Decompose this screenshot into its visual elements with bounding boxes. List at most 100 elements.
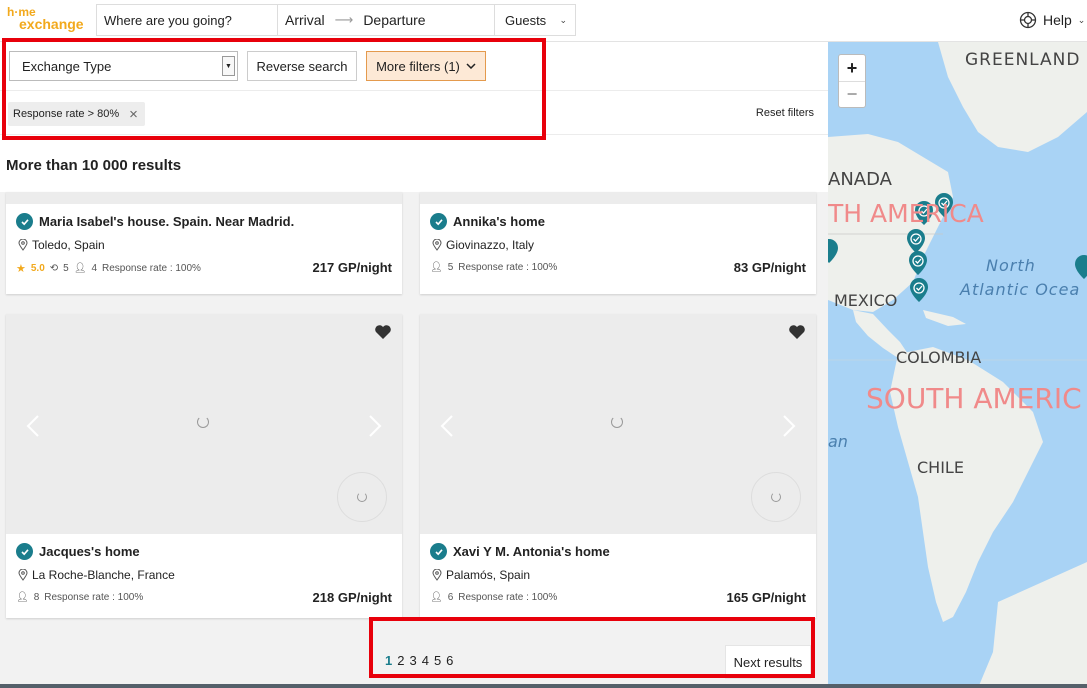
destination-input[interactable]: Where are you going? (96, 4, 278, 36)
listing-meta: 👤︎ 8 Response rate : 100% (16, 592, 143, 603)
listing-meta: 👤︎ 5 Response rate : 100% (430, 262, 557, 273)
rating-value: 5.0 (30, 263, 45, 274)
listing-title[interactable]: Jacques's home (16, 543, 140, 560)
divider (0, 134, 828, 135)
response-rate: Response rate : 100% (458, 592, 558, 603)
loading-spinner-icon (357, 492, 367, 502)
location-pin-icon (432, 239, 442, 251)
destination-placeholder: Where are you going? (104, 12, 232, 28)
listing-title[interactable]: Maria Isabel's house. Spain. Near Madrid… (16, 213, 294, 230)
chevron-right-icon[interactable] (778, 414, 798, 438)
map-label-north-america: TH AMERICA (828, 199, 984, 228)
map-label-north-atlantic: North (986, 256, 1036, 275)
lifebuoy-icon (1019, 11, 1037, 29)
taskbar-strip (0, 684, 1087, 688)
reverse-search-button[interactable]: Reverse search (247, 51, 357, 81)
guest-count: 4 (91, 263, 97, 274)
chevron-left-icon[interactable] (24, 414, 44, 438)
reviews-icon: ⟲ (49, 263, 59, 274)
person-icon: 👤︎ (73, 263, 87, 274)
verified-check-icon (16, 543, 33, 560)
heart-icon[interactable] (374, 324, 392, 340)
person-icon: 👤︎ (16, 592, 29, 603)
help-menu[interactable]: Help ⌄ (1019, 10, 1087, 30)
guests-select[interactable]: Guests ⌄ (494, 4, 576, 36)
listing-title[interactable]: Annika's home (430, 213, 545, 230)
listing-card[interactable]: Xavi Y M. Antonia's home Palamós, Spain … (420, 314, 816, 618)
more-filters-button[interactable]: More filters (1) (366, 51, 486, 81)
arrival-label[interactable]: Arrival (285, 12, 325, 28)
map-label-mexico: MEXICO (834, 291, 898, 310)
chip-label: Response rate > 80% (13, 108, 120, 120)
listing-info: Xavi Y M. Antonia's home Palamós, Spain … (420, 534, 816, 618)
chevron-down-icon: ⌄ (1077, 14, 1086, 25)
listing-title[interactable]: Xavi Y M. Antonia's home (430, 543, 610, 560)
filter-bar: Exchange Type ▼ Reverse search More filt… (0, 42, 828, 192)
listing-meta: 👤︎ 6 Response rate : 100% (430, 592, 557, 603)
listing-info: Annika's home Giovinazzo, Italy 👤︎ 5 Resp… (420, 204, 816, 294)
location-pin-icon (18, 239, 28, 251)
person-icon: 👤︎ (430, 592, 443, 603)
active-filter-chip: Response rate > 80% × (8, 102, 145, 126)
listing-card[interactable]: Annika's home Giovinazzo, Italy 👤︎ 5 Resp… (420, 192, 816, 294)
next-results-button[interactable]: Next results (725, 645, 811, 679)
zoom-out-button[interactable]: − (839, 81, 865, 107)
guest-count: 8 (33, 592, 40, 603)
exchange-type-label: Exchange Type (22, 58, 112, 74)
date-range-picker[interactable]: Arrival ⟶ Departure (277, 4, 495, 36)
more-filters-label: More filters (1) (376, 58, 460, 74)
loading-spinner-icon (197, 416, 209, 428)
page-link-5[interactable]: 5 (434, 653, 441, 668)
homeexchange-logo[interactable]: h·me exchange (7, 6, 87, 34)
listing-photo[interactable] (6, 192, 402, 204)
listing-photo[interactable] (420, 192, 816, 204)
response-rate: Response rate : 100% (458, 262, 558, 273)
heart-icon[interactable] (788, 324, 806, 340)
zoom-in-button[interactable]: + (839, 55, 865, 81)
reset-filters-link[interactable]: Reset filters (756, 107, 814, 119)
top-bar: h·me exchange Where are you going? Arriv… (0, 0, 1087, 42)
map-label-south-america: SOUTH AMERIC (866, 382, 1082, 415)
map-label-colombia: COLOMBIA (896, 348, 982, 367)
listing-location: La Roche-Blanche, France (18, 568, 175, 582)
listing-card[interactable]: Jacques's home La Roche-Blanche, France … (6, 314, 402, 618)
verified-check-icon (430, 543, 447, 560)
page-link-3[interactable]: 3 (409, 653, 416, 668)
listing-photo[interactable] (420, 314, 816, 534)
star-icon: ★ (16, 263, 26, 275)
listing-card[interactable]: Maria Isabel's house. Spain. Near Madrid… (6, 192, 402, 294)
chevron-right-icon[interactable] (364, 414, 384, 438)
host-avatar (337, 472, 387, 522)
zoom-control: + − (838, 54, 866, 108)
divider (0, 90, 828, 91)
page-link-6[interactable]: 6 (446, 653, 453, 668)
chevron-down-icon: ⌄ (559, 14, 567, 25)
verified-check-icon (430, 213, 447, 230)
page-link-2[interactable]: 2 (397, 653, 404, 668)
map-label-chile: CHILE (917, 458, 964, 477)
listing-photo[interactable] (6, 314, 402, 534)
results-map[interactable]: + − GREENLAND ANADA TH AMERICA North Atl… (828, 42, 1087, 688)
chevron-down-icon (466, 63, 476, 69)
departure-label[interactable]: Departure (363, 12, 425, 28)
listing-info: Jacques's home La Roche-Blanche, France … (6, 534, 402, 618)
arrow-right-icon: ⟶ (334, 12, 354, 27)
exchange-type-select[interactable]: Exchange Type ▼ (9, 51, 238, 81)
location-pin-icon (18, 569, 28, 581)
listing-location: Toledo, Spain (18, 238, 105, 252)
reviews-count: 5 (63, 263, 69, 274)
page-link-4[interactable]: 4 (422, 653, 429, 668)
map-label-greenland: GREENLAND (965, 50, 1081, 70)
close-icon[interactable]: × (129, 106, 138, 123)
chevron-left-icon[interactable] (438, 414, 458, 438)
select-arrow-icon: ▼ (222, 56, 235, 76)
listing-info: Maria Isabel's house. Spain. Near Madrid… (6, 204, 402, 294)
page-link-1[interactable]: 1 (385, 653, 392, 668)
person-icon: 👤︎ (430, 262, 443, 273)
guest-count: 6 (447, 592, 454, 603)
map-label-atlantic-ocean: Atlantic Ocea (960, 280, 1081, 299)
loading-spinner-icon (771, 492, 781, 502)
results-count: More than 10 000 results (6, 157, 182, 174)
listing-price: 165 GP/night (726, 590, 806, 605)
guest-count: 5 (447, 262, 454, 273)
